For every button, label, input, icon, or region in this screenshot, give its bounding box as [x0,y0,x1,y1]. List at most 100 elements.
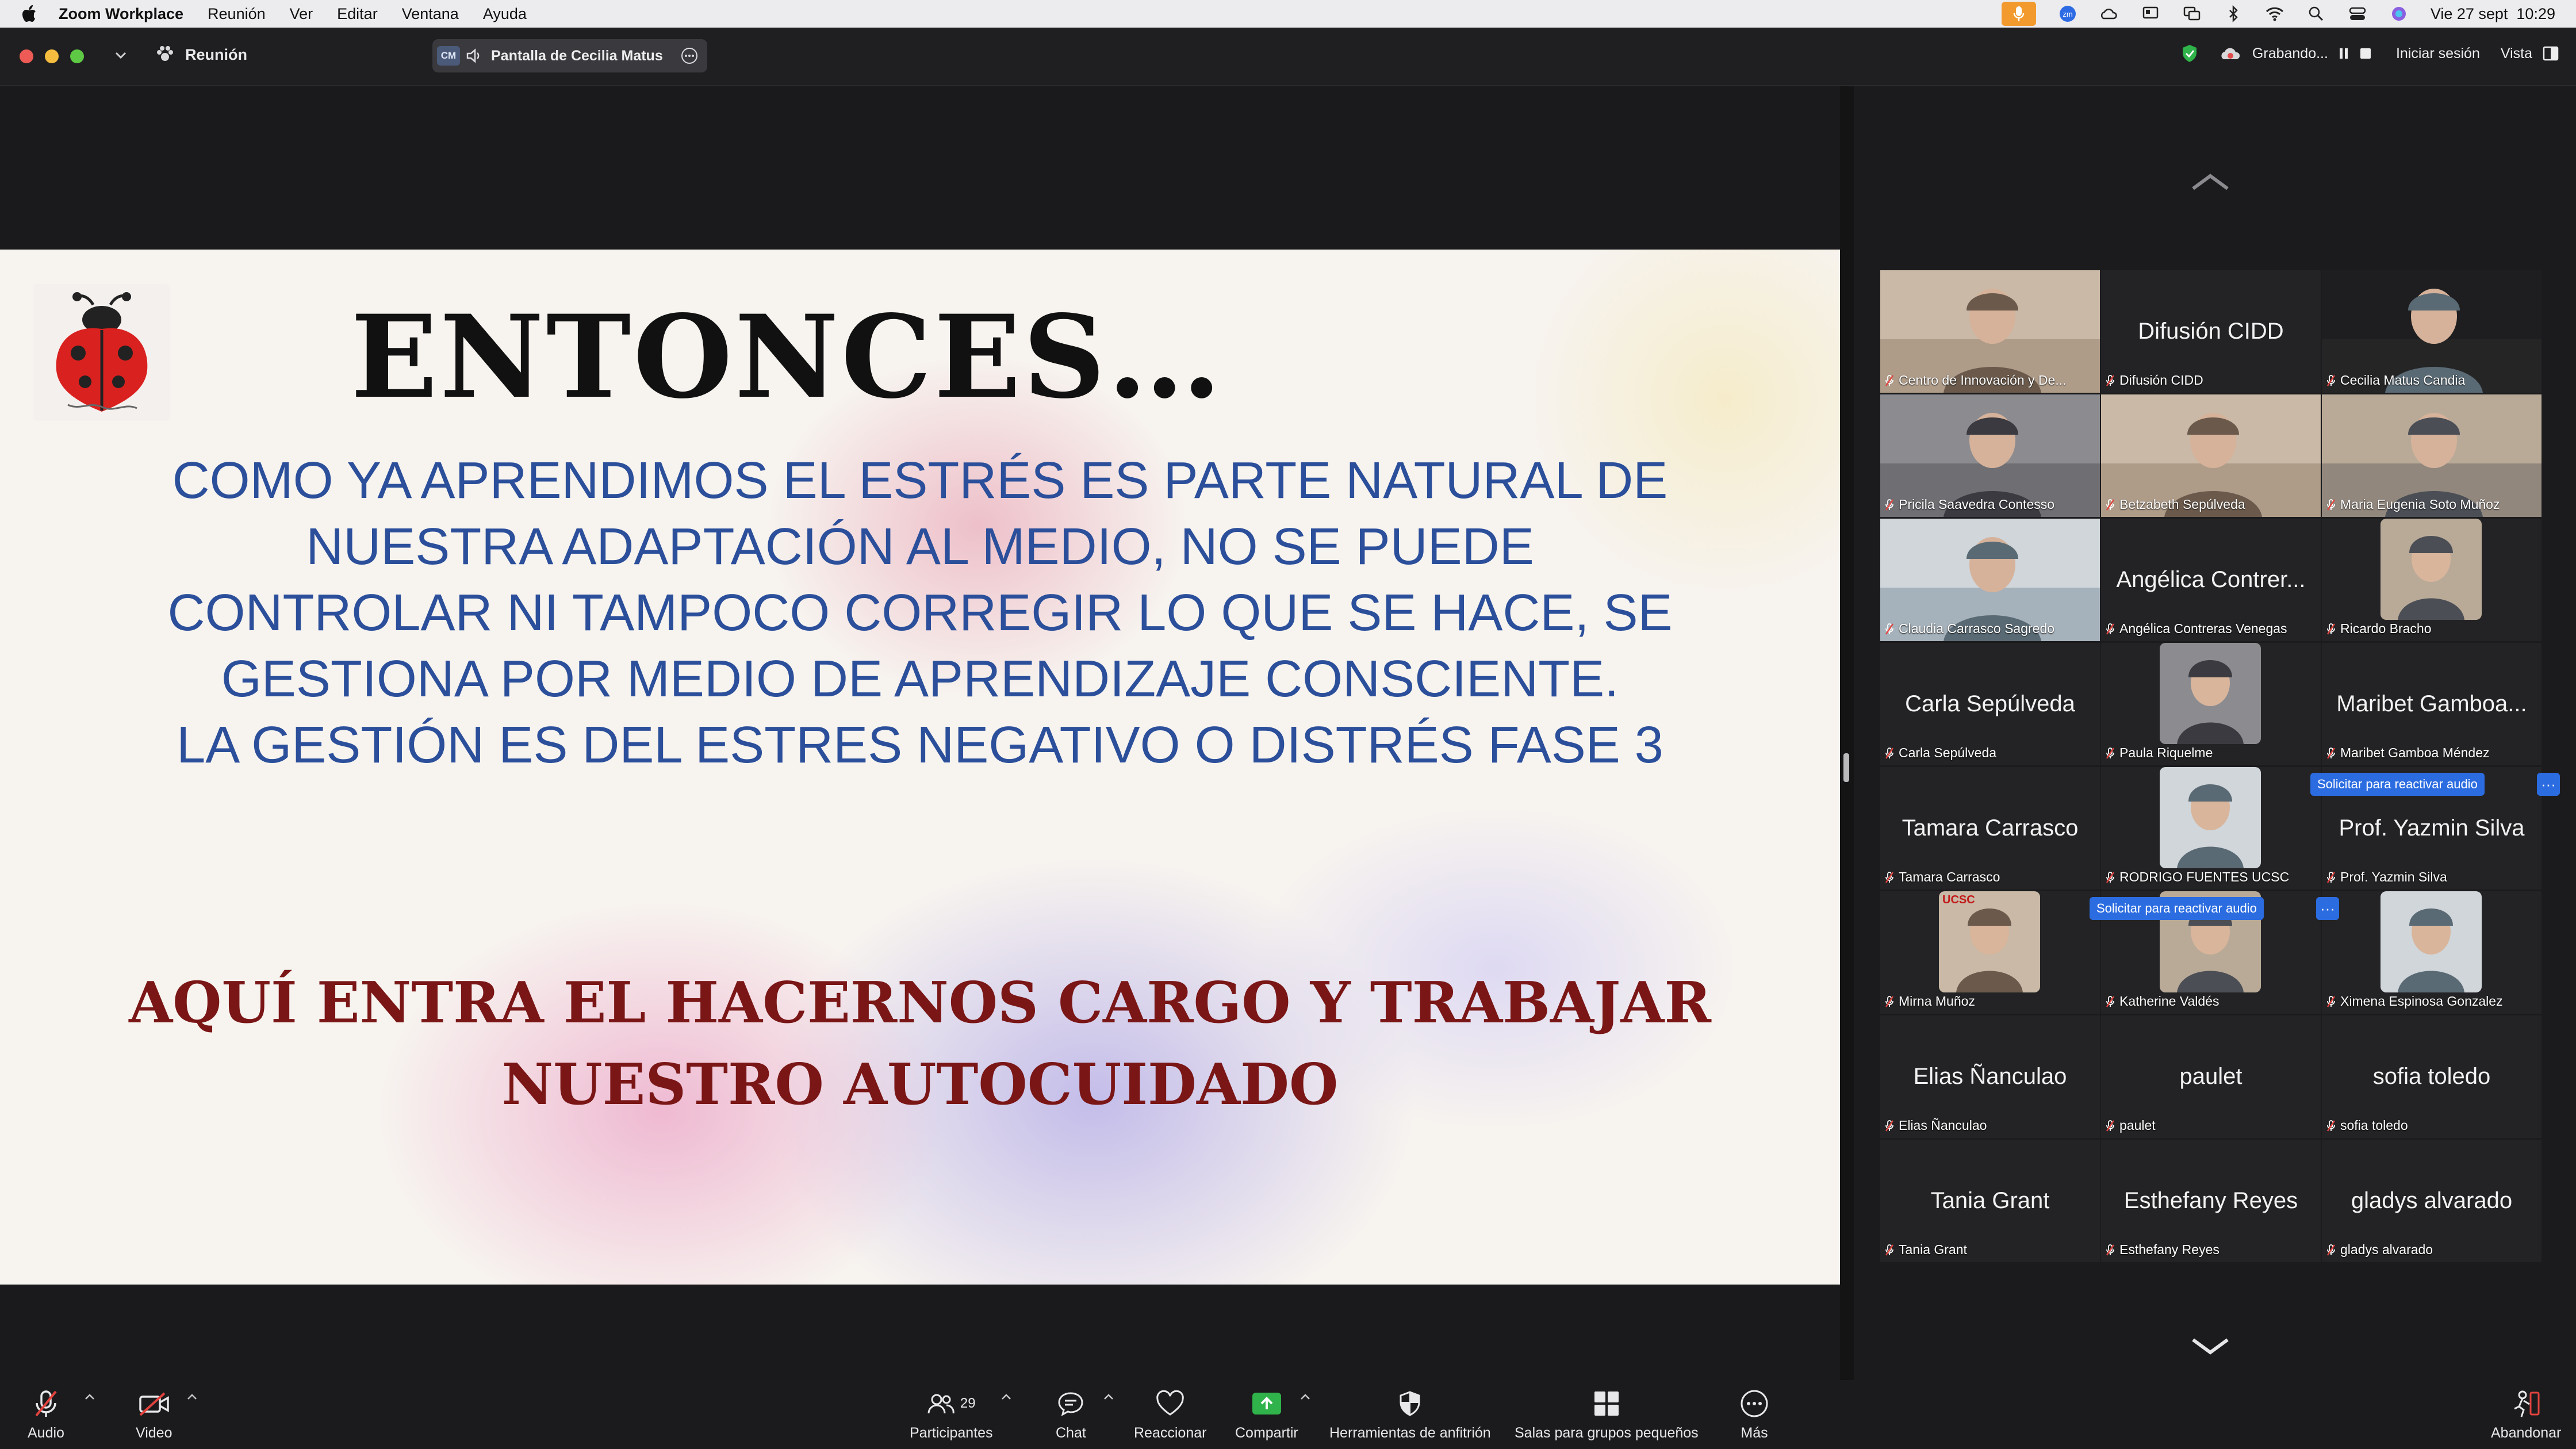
bluetooth-icon[interactable] [2224,4,2243,24]
participant-tile[interactable]: Cecilia Matus Candia [2322,270,2542,393]
breakout-rooms-button[interactable]: Salas para grupos pequeños [1515,1386,1699,1442]
participant-caption: Katherine Valdés [2106,994,2219,1009]
signin-button[interactable]: Iniciar sesión [2396,45,2480,62]
participant-tile[interactable]: Paula Riquelme [2101,643,2321,765]
unmute-more-button[interactable]: ··· [2537,773,2560,796]
participant-tile[interactable]: Centro de Innovación y De... [1880,270,2100,393]
participants-options-caret-icon[interactable] [1000,1393,1012,1401]
menu-editar[interactable]: Editar [337,5,378,23]
mic-in-use-icon[interactable] [2001,2,2036,26]
screen-share-indicator[interactable]: CM Pantalla de Cecilia Matus [432,39,707,72]
view-button[interactable]: Vista [2501,45,2532,62]
breakout-rooms-icon [1594,1392,1619,1416]
participant-tile[interactable]: Ricardo Bracho [2322,519,2542,641]
spotlight-search-icon[interactable] [2306,4,2326,24]
participant-tile[interactable]: Carla Sepúlveda Carla Sepúlveda [1880,643,2100,765]
participants-button[interactable]: 29 Participantes [910,1386,993,1442]
menu-ver[interactable]: Ver [290,5,313,23]
participant-avatar [2160,643,2261,744]
participant-name-label: Katherine Valdés [2119,994,2220,1009]
more-options-icon[interactable] [681,47,698,64]
participant-tile[interactable]: Difusión CIDD Difusión CIDD [2101,270,2321,393]
participant-gallery: Centro de Innovación y De... Difusión CID… [1854,86,2576,1380]
pause-recording-icon[interactable] [2339,47,2349,60]
participant-name-label: Betzabeth Sepúlveda [2119,497,2245,512]
participant-name-label: Maria Eugenia Soto Muñoz [2340,497,2500,512]
menu-datetime[interactable]: Vie 27 sept 10:29 [2431,5,2555,23]
unmute-request-badge[interactable]: Solicitar para reactivar audio [2310,773,2485,796]
creative-cloud-icon[interactable] [2099,4,2119,24]
participant-name-label: Angélica Contreras Venegas [2119,621,2287,636]
participant-tile[interactable]: Maria Eugenia Soto Muñoz [2322,394,2542,517]
zoom-window-button[interactable] [70,49,84,63]
siri-icon[interactable] [2389,4,2409,24]
unmute-more-button[interactable]: ··· [2316,897,2339,920]
menu-app-name[interactable]: Zoom Workplace [59,5,183,23]
gallery-page-up-icon[interactable] [2187,171,2233,194]
gallery-view-icon[interactable] [2543,46,2559,61]
participant-tile[interactable]: paulet paulet [2101,1015,2321,1138]
host-tools-button[interactable]: Herramientas de anfitrión [1329,1386,1491,1442]
share-options-caret-icon[interactable] [1300,1393,1311,1401]
close-window-button[interactable] [20,49,33,63]
unmute-request-badge[interactable]: Solicitar para reactivar audio [2090,897,2264,920]
video-button[interactable]: Video [136,1386,172,1442]
participant-caption: Esthefany Reyes [2106,1242,2220,1258]
shared-screen-area[interactable]: ENTONCES… COMO YA APRENDIMOS EL ESTRÉS E… [0,86,1840,1380]
participant-tile[interactable]: Tamara Carrasco Tamara Carrasco [1880,767,2100,890]
participant-tile[interactable]: UCSC Mirna Muñoz [1880,891,2100,1014]
wifi-icon[interactable] [2265,4,2284,24]
meeting-info[interactable]: Reunión [155,45,247,64]
participant-tile[interactable]: Claudia Carrasco Sagredo [1880,519,2100,641]
participant-tile[interactable]: Tania Grant Tania Grant [1880,1140,2100,1262]
muted-mic-icon [2106,1244,2114,1256]
chat-icon [1058,1392,1083,1416]
display-icon[interactable] [2141,4,2160,24]
audio-options-caret-icon[interactable] [84,1393,95,1401]
participant-tile[interactable]: Esthefany Reyes Esthefany Reyes [2101,1140,2321,1262]
muted-mic-icon [2327,499,2335,511]
gallery-page-down-icon[interactable] [2187,1334,2233,1357]
security-shield-icon[interactable] [2181,44,2198,63]
participant-tile[interactable]: Pricila Saavedra Contesso [1880,394,2100,517]
participant-tile[interactable]: RODRIGO FUENTES UCSC [2101,767,2321,890]
muted-mic-icon [1885,1244,1893,1256]
chat-button[interactable]: Chat [1056,1386,1086,1442]
participant-tile[interactable]: Betzabeth Sepúlveda [2101,394,2321,517]
splitter-handle[interactable] [1843,753,1849,782]
participant-caption: Carla Sepúlveda [1885,745,1996,761]
chevron-down-icon[interactable] [115,52,126,60]
participant-tile[interactable]: Ximena Espinosa Gonzalez [2322,891,2542,1014]
participant-tile[interactable]: Elias Ñanculao Elias Ñanculao [1880,1015,2100,1138]
video-options-caret-icon[interactable] [186,1393,198,1401]
participant-tile[interactable]: gladys alvarado gladys alvarado [2322,1140,2542,1262]
participant-caption: paulet [2106,1118,2156,1133]
panel-splitter[interactable] [1840,86,1854,1380]
participant-name-label: Cecilia Matus Candia [2340,373,2466,388]
zoom-tray-icon[interactable]: zm [2058,4,2077,24]
react-label: Reaccionar [1134,1425,1207,1441]
react-button[interactable]: Reaccionar [1134,1386,1206,1442]
minimize-window-button[interactable] [45,49,59,63]
audio-button[interactable]: Audio [28,1386,64,1442]
muted-mic-icon [2327,1120,2335,1132]
more-button[interactable]: Más [1740,1386,1769,1442]
participant-caption: Tania Grant [1885,1242,1967,1258]
participant-tile[interactable]: sofia toledo sofia toledo [2322,1015,2542,1138]
screen-mirroring-icon[interactable] [2182,4,2202,24]
apple-logo-icon[interactable] [22,5,37,22]
control-center-icon[interactable] [2348,4,2367,24]
slide-heading: ENTONCES… [351,290,1224,424]
chat-options-caret-icon[interactable] [1103,1393,1114,1401]
menu-ayuda[interactable]: Ayuda [483,5,527,23]
menu-ventana[interactable]: Ventana [402,5,459,23]
muted-mic-icon [1885,623,1893,635]
participant-tile[interactable]: Maribet Gamboa... Maribet Gamboa Méndez [2322,643,2542,765]
menu-reunion[interactable]: Reunión [208,5,266,23]
muted-mic-icon [2327,1244,2335,1256]
leave-meeting-button[interactable]: Abandonar [2491,1386,2561,1442]
sharer-initials-badge: CM [437,46,460,66]
participant-tile[interactable]: Angélica Contrer... Angélica Contreras Ve… [2101,519,2321,641]
stop-recording-icon[interactable] [2359,47,2372,60]
share-screen-button[interactable]: Compartir [1235,1386,1298,1442]
